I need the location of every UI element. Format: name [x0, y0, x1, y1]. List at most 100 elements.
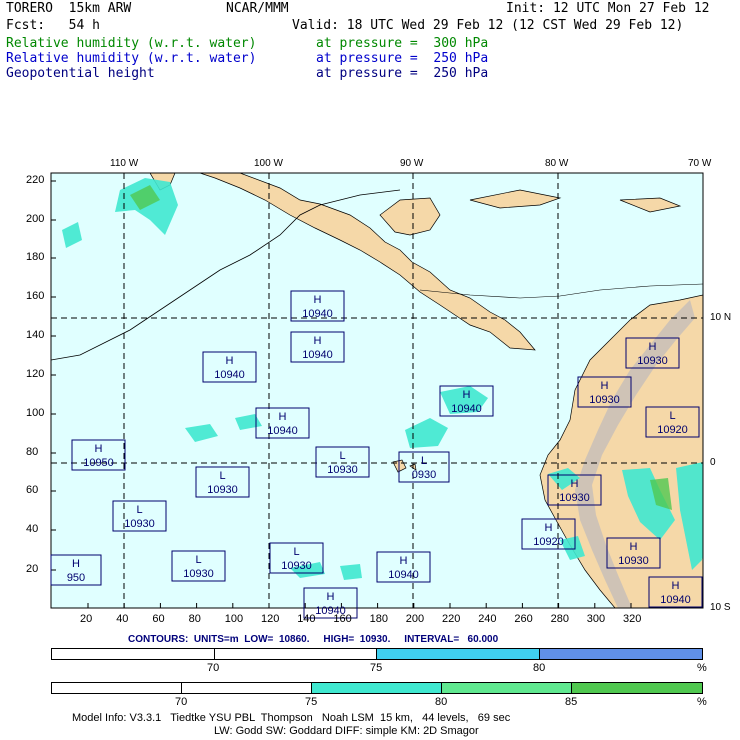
y-tick-label: 140 — [26, 329, 45, 341]
x-tick-label: 40 — [116, 613, 129, 625]
colorbar2-label-85: 85 — [565, 696, 578, 708]
forecast-map: H 10940 H 10940 H 10940 H 10940 H 10940 H 10950 L 109… — [50, 172, 704, 619]
center-type: L — [293, 546, 299, 558]
center-type: H — [72, 558, 80, 570]
center-value: 10920 — [657, 424, 688, 436]
center-value: 10940 — [302, 308, 333, 320]
lat-label-10n: 10 N — [710, 312, 732, 323]
center-type: H — [95, 443, 103, 455]
center-value: 10940 — [388, 569, 419, 581]
center-value: 10930 — [637, 355, 668, 367]
colorbar-segment — [214, 649, 377, 659]
center-type: H — [279, 411, 287, 423]
lon-label-80w: 80 W — [545, 158, 569, 169]
y-tick-label: 80 — [26, 446, 39, 458]
x-tick-label: 220 — [442, 613, 461, 625]
center-type: L — [421, 455, 427, 467]
center-value: 10930 — [327, 464, 358, 476]
lat-label-0: 0 — [710, 457, 716, 468]
colorbar2-label-70: 70 — [175, 696, 188, 708]
colorbar-segment — [182, 683, 312, 693]
colorbar-segment — [52, 683, 182, 693]
y-tick-label: 40 — [26, 523, 39, 535]
center-value: 10940 — [214, 369, 245, 381]
center-value: 10930 — [281, 560, 312, 572]
center-value: 10940 — [660, 594, 691, 606]
x-tick-label: 320 — [623, 613, 642, 625]
y-tick-label: 100 — [26, 407, 45, 419]
x-tick-label: 60 — [152, 613, 165, 625]
colorbar1-label-80: 80 — [533, 662, 546, 674]
y-tick-label: 60 — [26, 484, 39, 496]
colorbar2-label-80: 80 — [435, 696, 448, 708]
lat-label-10s: 10 S — [710, 602, 731, 613]
center-type: H — [463, 389, 471, 401]
colorbar-rh250 — [51, 648, 703, 660]
center-value: 10930 — [183, 568, 214, 580]
x-tick-label: 20 — [80, 613, 93, 625]
y-tick-label: 220 — [26, 174, 45, 186]
model-info-line1: Model Info: V3.3.1 Tiedtke YSU PBL Thomp… — [72, 712, 511, 724]
contour-info: CONTOURS: UNITS=m LOW= 10860. HIGH= 1093… — [128, 634, 499, 645]
x-tick-label: 180 — [369, 613, 388, 625]
y-tick-label: 180 — [26, 251, 45, 263]
y-tick-label: 20 — [26, 563, 39, 575]
colorbar1-label-70: 70 — [207, 662, 220, 674]
center-value: 10930 — [124, 518, 155, 530]
colorbar1-label-pct: % — [697, 662, 707, 674]
center-value: 10930 — [207, 484, 238, 496]
center-type: H — [571, 478, 579, 490]
y-tick-label: 120 — [26, 368, 45, 380]
x-tick-label: 120 — [261, 613, 280, 625]
x-tick-label: 240 — [478, 613, 497, 625]
colorbar-segment — [312, 683, 442, 693]
colorbar-segment — [52, 649, 215, 659]
y-tick-label: 200 — [26, 213, 45, 225]
colorbar2-label-pct: % — [697, 696, 707, 708]
x-tick-label: 260 — [514, 613, 533, 625]
colorbar-segment — [572, 683, 702, 693]
center-value: 10940 — [302, 349, 333, 361]
colorbar-segment — [442, 683, 572, 693]
lon-label-110w: 110 W — [110, 158, 139, 169]
center-type: H — [545, 522, 553, 534]
center-type: H — [226, 355, 234, 367]
x-tick-label: 80 — [188, 613, 201, 625]
lon-label-100w: 100 W — [254, 158, 283, 169]
center-type: L — [219, 470, 225, 482]
y-tick-label: 160 — [26, 290, 45, 302]
center-type: H — [649, 341, 657, 353]
colorbar1-label-75: 75 — [370, 662, 383, 674]
center-type: H — [314, 335, 322, 347]
lon-label-70w: 70 W — [688, 158, 712, 169]
center-type: L — [136, 504, 142, 516]
x-tick-label: 300 — [586, 613, 606, 625]
center-value: 0930 — [412, 469, 436, 481]
lon-label-90w: 90 W — [400, 158, 424, 169]
center-value: 10950 — [83, 457, 114, 469]
center-value: 10930 — [589, 394, 620, 406]
center-value: 10940 — [451, 403, 482, 415]
colorbar-rh300 — [51, 682, 703, 694]
center-value: 950 — [67, 572, 85, 584]
x-tick-label: 100 — [224, 613, 244, 625]
center-value: 10940 — [267, 425, 298, 437]
center-value: 10920 — [533, 536, 564, 548]
center-type: L — [339, 450, 345, 462]
center-type: H — [314, 294, 322, 306]
colorbar-segment — [377, 649, 540, 659]
center-type: H — [400, 555, 408, 567]
x-tick-label: 160 — [333, 613, 352, 625]
center-type: L — [669, 410, 675, 422]
center-value: 10930 — [618, 555, 649, 567]
center-value: 10930 — [559, 492, 590, 504]
center-type: H — [630, 541, 638, 553]
model-info-line2: LW: Godd SW: Goddard DIFF: simple KM: 2D… — [214, 725, 479, 737]
center-type: H — [672, 580, 680, 592]
x-tick-label: 200 — [405, 613, 425, 625]
center-type: H — [601, 380, 609, 392]
x-tick-label: 140 — [297, 613, 316, 625]
center-type: L — [195, 554, 201, 566]
colorbar-segment — [539, 649, 702, 659]
colorbar2-label-75: 75 — [305, 696, 318, 708]
